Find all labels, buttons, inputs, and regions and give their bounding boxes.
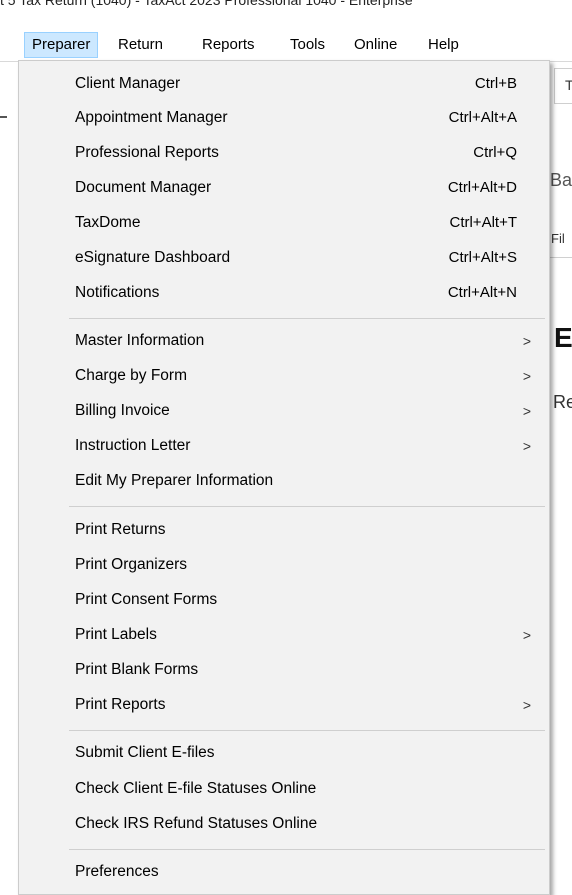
menu-item-print-labels[interactable]: Print Labels > <box>19 618 549 652</box>
menu-item-check-irs-refund-statuses[interactable]: Check IRS Refund Statuses Online <box>19 807 549 841</box>
menu-item-label: Professional Reports <box>75 144 219 161</box>
menu-item-client-manager[interactable]: Client Manager Ctrl+B <box>19 67 549 101</box>
menu-item-taxdome[interactable]: TaxDome Ctrl+Alt+T <box>19 206 549 240</box>
submenu-arrow-icon: > <box>522 438 531 454</box>
menu-item-label: Submit Client E-files <box>75 744 215 761</box>
menu-item-label: Preferences <box>75 863 159 880</box>
menu-item-shortcut: Ctrl+Alt+D <box>447 179 517 196</box>
menu-item-master-information[interactable]: Master Information > <box>19 324 549 358</box>
background-heading-fragment: Ba <box>550 170 572 190</box>
menu-item-document-manager[interactable]: Document Manager Ctrl+Alt+D <box>19 171 549 205</box>
menu-item-shortcut: Ctrl+B <box>474 75 517 92</box>
menu-item-label: Print Consent Forms <box>75 591 218 608</box>
background-divider <box>548 257 572 258</box>
background-mark <box>0 116 7 118</box>
menu-item-label: Print Organizers <box>75 556 187 573</box>
submenu-arrow-icon: > <box>522 697 531 713</box>
menu-item-edit-my-preparer-information[interactable]: Edit My Preparer Information <box>19 464 549 498</box>
menu-item-label: TaxDome <box>75 214 141 231</box>
menu-item-submit-client-efiles[interactable]: Submit Client E-files <box>19 736 549 770</box>
background-label-fragment: Fil <box>551 231 565 246</box>
menu-separator <box>69 318 545 319</box>
menu-item-label: Instruction Letter <box>75 437 191 454</box>
menu-item-label: eSignature Dashboard <box>75 249 231 266</box>
menu-item-label: Check Client E-file Statuses Online <box>75 780 317 797</box>
menu-item-shortcut: Ctrl+Alt+T <box>449 214 517 231</box>
background-title-fragment: E <box>554 322 572 353</box>
menu-item-professional-reports[interactable]: Professional Reports Ctrl+Q <box>19 136 549 170</box>
menu-item-label: Master Information <box>75 332 205 349</box>
menu-item-print-consent-forms[interactable]: Print Consent Forms <box>19 583 549 617</box>
menubar-help[interactable]: Help <box>421 32 466 58</box>
menubar-preparer[interactable]: Preparer <box>24 32 99 58</box>
menu-item-print-returns[interactable]: Print Returns <box>19 513 549 547</box>
menu-separator <box>69 506 545 507</box>
menu-item-label: Appointment Manager <box>75 109 228 126</box>
menu-item-shortcut: Ctrl+Q <box>473 144 517 161</box>
menu-item-label: Edit My Preparer Information <box>75 472 274 489</box>
menu-item-notifications[interactable]: Notifications Ctrl+Alt+N <box>19 276 549 310</box>
menu-item-label: Notifications <box>75 284 160 301</box>
preparer-dropdown-menu: Client Manager Ctrl+B Appointment Manage… <box>18 60 550 895</box>
menu-item-label: Charge by Form <box>75 367 187 384</box>
menu-item-shortcut: Ctrl+Alt+S <box>448 249 517 266</box>
menubar-reports[interactable]: Reports <box>195 32 262 58</box>
menu-separator <box>69 849 545 850</box>
menu-item-label: Document Manager <box>75 179 212 196</box>
submenu-arrow-icon: > <box>522 368 531 384</box>
submenu-arrow-icon: > <box>522 403 531 419</box>
menubar-tools[interactable]: Tools <box>283 32 332 58</box>
menu-item-appointment-manager[interactable]: Appointment Manager Ctrl+Alt+A <box>19 101 549 135</box>
menu-bar: Preparer Return Reports Tools Online Hel… <box>0 30 572 60</box>
background-subtitle-fragment: Re <box>553 392 572 412</box>
menu-item-instruction-letter[interactable]: Instruction Letter > <box>19 429 549 463</box>
menu-item-preferences[interactable]: Preferences <box>19 855 549 889</box>
menu-item-label: Print Reports <box>75 696 166 713</box>
menu-item-label: Print Blank Forms <box>75 661 199 678</box>
menubar-return[interactable]: Return <box>111 32 170 58</box>
menu-item-shortcut: Ctrl+Alt+A <box>448 109 517 126</box>
menu-item-label: Print Labels <box>75 626 157 643</box>
submenu-arrow-icon: > <box>522 627 531 643</box>
menu-item-billing-invoice[interactable]: Billing Invoice > <box>19 394 549 428</box>
menu-item-shortcut: Ctrl+Alt+N <box>447 284 517 301</box>
menu-separator <box>69 730 545 731</box>
menu-item-label: Print Returns <box>75 521 166 538</box>
submenu-arrow-icon: > <box>522 333 531 349</box>
window-title: t 5 Tax Return (1040) - TaxAct 2023 Prof… <box>0 0 413 8</box>
menu-item-label: Billing Invoice <box>75 402 170 419</box>
menu-item-print-reports[interactable]: Print Reports > <box>19 688 549 722</box>
menu-item-print-blank-forms[interactable]: Print Blank Forms <box>19 653 549 687</box>
background-tab[interactable]: T <box>554 68 572 104</box>
menu-item-check-client-efile-statuses[interactable]: Check Client E-file Statuses Online <box>19 772 549 806</box>
menu-item-print-organizers[interactable]: Print Organizers <box>19 548 549 582</box>
menu-item-esignature-dashboard[interactable]: eSignature Dashboard Ctrl+Alt+S <box>19 241 549 275</box>
menu-item-label: Client Manager <box>75 75 181 92</box>
menu-item-label: Check IRS Refund Statuses Online <box>75 815 318 832</box>
window-titlebar: t 5 Tax Return (1040) - TaxAct 2023 Prof… <box>0 0 572 30</box>
menu-item-charge-by-form[interactable]: Charge by Form > <box>19 359 549 393</box>
menubar-online[interactable]: Online <box>347 32 404 58</box>
